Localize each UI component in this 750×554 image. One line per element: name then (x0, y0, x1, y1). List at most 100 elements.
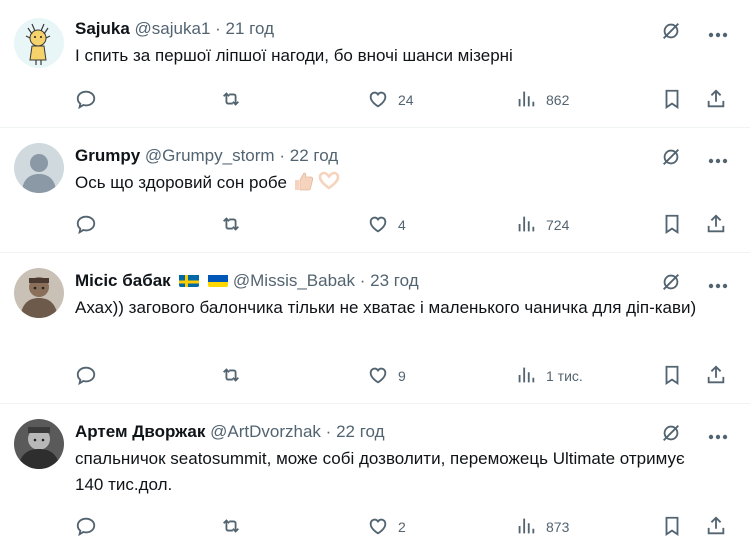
views-count: 724 (546, 217, 570, 233)
grok-icon[interactable] (660, 146, 682, 173)
tweet[interactable]: Sajuka @sajuka1 · 21 год І спить за перш… (0, 0, 750, 128)
author-name[interactable]: Sajuka (75, 19, 130, 38)
tweet-text: І спить за першої ліпшої нагоди, бо вноч… (75, 46, 513, 65)
tweet-header: Місіс бабак @Missis_Babak · 23 год (75, 270, 736, 292)
tweet-header: Grumpy @Grumpy_storm · 22 год (75, 145, 736, 167)
like-button[interactable]: 2 (367, 515, 406, 539)
reply-button[interactable] (75, 515, 97, 539)
separator-dot: · (325, 422, 332, 441)
tweet-text: Ахах)) загового балончика тільки не хват… (75, 298, 697, 317)
share-button[interactable] (705, 213, 727, 237)
views-count: 873 (546, 519, 570, 535)
bookmark-button[interactable] (661, 88, 683, 112)
bookmark-button[interactable] (661, 364, 683, 388)
like-count: 2 (398, 519, 406, 535)
views-count: 1 тис. (546, 368, 583, 384)
tweet-text: спальничок seatosummit, може собі дозвол… (75, 449, 685, 494)
separator-dot: · (359, 271, 366, 290)
retweet-button[interactable] (220, 515, 242, 539)
heart-hands-emoji-icon (318, 171, 340, 191)
bookmark-icon (661, 88, 683, 113)
like-count: 24 (398, 92, 414, 108)
views-button[interactable]: 873 (515, 515, 569, 539)
avatar[interactable] (14, 18, 64, 68)
retweet-button[interactable] (220, 88, 242, 112)
timestamp[interactable]: 21 год (226, 19, 274, 38)
heart-icon (367, 515, 389, 540)
reply-feed: Sajuka @sajuka1 · 21 год І спить за перш… (0, 0, 750, 554)
heart-icon (367, 364, 389, 389)
tweet-header: Артем Дворжак @ArtDvorzhak · 22 год (75, 421, 736, 443)
reply-button[interactable] (75, 88, 97, 112)
author-name[interactable]: Grumpy (75, 146, 140, 165)
tweet-header: Sajuka @sajuka1 · 21 год (75, 18, 736, 40)
views-button[interactable]: 1 тис. (515, 364, 583, 388)
author-handle[interactable]: @ArtDvorzhak (210, 422, 321, 441)
share-icon (705, 515, 727, 540)
grok-icon[interactable] (660, 422, 682, 449)
timestamp[interactable]: 23 год (370, 271, 418, 290)
reply-button[interactable] (75, 213, 97, 237)
retweet-icon (220, 364, 242, 389)
more-icon[interactable] (708, 25, 728, 43)
reply-icon (75, 364, 97, 389)
avatar[interactable] (14, 143, 64, 193)
like-button[interactable]: 9 (367, 364, 406, 388)
reply-icon (75, 213, 97, 238)
sweden-flag-icon (179, 273, 200, 287)
share-button[interactable] (705, 364, 727, 388)
author-name[interactable]: Місіс бабак (75, 271, 171, 290)
thumbs-up-emoji-icon (292, 171, 314, 191)
more-icon[interactable] (708, 276, 728, 294)
views-icon (515, 88, 537, 113)
bookmark-icon (661, 364, 683, 389)
retweet-button[interactable] (220, 213, 242, 237)
avatar[interactable] (14, 419, 64, 469)
bookmark-button[interactable] (661, 213, 683, 237)
retweet-icon (220, 213, 242, 238)
share-icon (705, 88, 727, 113)
reply-icon (75, 515, 97, 540)
like-count: 9 (398, 368, 406, 384)
grok-icon[interactable] (660, 20, 682, 47)
more-icon[interactable] (708, 151, 728, 169)
like-count: 4 (398, 217, 406, 233)
bookmark-icon (661, 213, 683, 238)
views-icon (515, 213, 537, 238)
tweet[interactable]: Місіс бабак @Missis_Babak · 23 год Ахах)… (0, 253, 750, 404)
share-icon (705, 364, 727, 389)
retweet-button[interactable] (220, 364, 242, 388)
like-button[interactable]: 4 (367, 213, 406, 237)
separator-dot: · (215, 19, 221, 38)
more-icon[interactable] (708, 427, 728, 445)
ukraine-flag-icon (208, 273, 229, 287)
tweet-text: Ось що здоровий сон робе (75, 173, 287, 192)
retweet-icon (220, 88, 242, 113)
reply-button[interactable] (75, 364, 97, 388)
share-button[interactable] (705, 515, 727, 539)
tweet[interactable]: Артем Дворжак @ArtDvorzhak · 22 год спал… (0, 404, 750, 554)
bookmark-button[interactable] (661, 515, 683, 539)
heart-icon (367, 213, 389, 238)
avatar[interactable] (14, 268, 64, 318)
share-button[interactable] (705, 88, 727, 112)
author-handle[interactable]: @Grumpy_storm (145, 146, 275, 165)
author-handle[interactable]: @Missis_Babak (233, 271, 355, 290)
timestamp[interactable]: 22 год (336, 422, 384, 441)
tweet[interactable]: Grumpy @Grumpy_storm · 22 год Ось що здо… (0, 128, 750, 253)
reply-icon (75, 88, 97, 113)
separator-dot: · (279, 146, 285, 165)
grok-icon[interactable] (660, 271, 682, 298)
tweet-text-container: Ось що здоровий сон робе (75, 170, 736, 196)
retweet-icon (220, 515, 242, 540)
author-handle[interactable]: @sajuka1 (135, 19, 211, 38)
views-count: 862 (546, 92, 570, 108)
timestamp[interactable]: 22 год (290, 146, 338, 165)
bookmark-icon (661, 515, 683, 540)
views-icon (515, 515, 537, 540)
views-button[interactable]: 724 (515, 213, 569, 237)
views-button[interactable]: 862 (515, 88, 569, 112)
like-button[interactable]: 24 (367, 88, 414, 112)
author-name[interactable]: Артем Дворжак (75, 422, 205, 441)
heart-icon (367, 88, 389, 113)
